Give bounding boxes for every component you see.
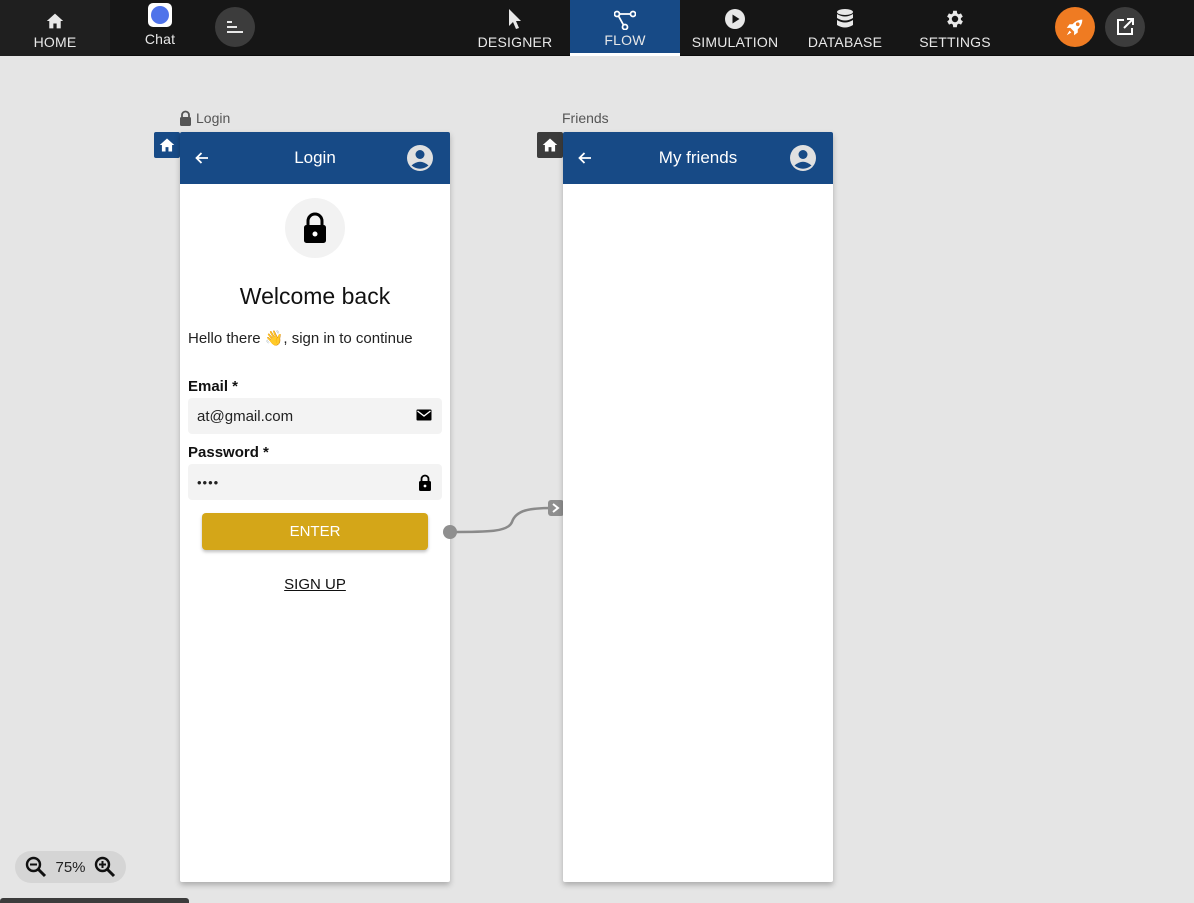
lock-avatar xyxy=(285,198,345,258)
nav-home[interactable]: HOME xyxy=(0,0,110,56)
lock-icon xyxy=(419,474,431,491)
back-arrow-icon[interactable] xyxy=(577,150,593,166)
email-label: Email * xyxy=(188,378,239,395)
cursor-pointer-icon xyxy=(507,0,523,30)
flow-icon xyxy=(614,0,636,30)
nav-chat[interactable]: Chat xyxy=(110,0,210,56)
login-screen-label[interactable]: Login xyxy=(179,110,230,126)
nav-simulation[interactable]: SIMULATION xyxy=(680,0,790,56)
friends-screen[interactable]: My friends xyxy=(563,132,833,882)
account-circle-icon[interactable] xyxy=(406,144,434,172)
login-app-bar: Login xyxy=(180,132,450,184)
gear-icon xyxy=(944,0,966,30)
zoom-out-button[interactable] xyxy=(25,856,47,878)
chat-icon xyxy=(148,3,172,27)
friends-app-bar: My friends xyxy=(563,132,833,184)
zoom-in-icon xyxy=(94,856,116,878)
sign-up-link[interactable]: SIGN UP xyxy=(180,576,450,593)
login-screen-label-text: Login xyxy=(196,110,231,126)
mail-icon xyxy=(416,409,432,421)
welcome-heading: Welcome back xyxy=(239,283,391,309)
password-label: Password * xyxy=(188,444,269,461)
nav-designer[interactable]: DESIGNER xyxy=(460,0,570,56)
email-field[interactable]: at@gmail.com xyxy=(188,398,442,434)
password-field-value: •••• xyxy=(197,474,220,490)
nav-flow-label: FLOW xyxy=(604,32,646,48)
nav-database[interactable]: DATABASE xyxy=(790,0,900,56)
rocket-icon xyxy=(1066,19,1083,36)
nav-flow[interactable]: FLOW xyxy=(570,0,680,56)
friends-screen-label-text: Friends xyxy=(562,110,609,126)
email-field-value: at@gmail.com xyxy=(197,407,294,425)
home-icon xyxy=(45,0,65,30)
set-start-screen-badge[interactable] xyxy=(537,132,563,158)
bottom-panel-handle[interactable] xyxy=(0,898,189,903)
connector-source-handle[interactable] xyxy=(443,525,457,539)
enter-button[interactable]: ENTER xyxy=(202,513,428,550)
flow-connector[interactable] xyxy=(440,496,570,546)
play-circle-icon xyxy=(724,0,746,30)
nav-home-label: HOME xyxy=(33,34,77,50)
lock-icon xyxy=(180,110,191,126)
outline-toggle-button[interactable] xyxy=(215,7,255,47)
zoom-in-button[interactable] xyxy=(94,856,116,878)
zoom-level: 75% xyxy=(55,858,86,876)
back-arrow-icon[interactable] xyxy=(194,150,210,166)
account-circle-icon[interactable] xyxy=(789,144,817,172)
launch-button[interactable] xyxy=(1055,7,1095,47)
lock-icon xyxy=(304,212,326,243)
database-icon xyxy=(836,0,854,30)
login-screen[interactable]: Login Welcome back Hello there 👋, sign i… xyxy=(180,132,450,882)
home-icon xyxy=(159,138,175,152)
open-external-button[interactable] xyxy=(1105,7,1145,47)
welcome-subtitle: Hello there 👋, sign in to continue xyxy=(188,330,413,347)
zoom-out-icon xyxy=(25,856,47,878)
friends-screen-label[interactable]: Friends xyxy=(562,110,609,126)
top-navigation-bar: HOME Chat DESIGNER FLOW SIMULATION DATAB… xyxy=(0,0,1194,56)
nav-settings-label: SETTINGS xyxy=(919,34,991,50)
nav-chat-label: Chat xyxy=(144,31,176,47)
home-icon xyxy=(542,138,558,152)
start-screen-badge[interactable] xyxy=(154,132,180,158)
nav-designer-label: DESIGNER xyxy=(477,34,553,50)
nav-simulation-label: SIMULATION xyxy=(691,34,779,50)
nav-settings[interactable]: SETTINGS xyxy=(900,0,1010,56)
nav-database-label: DATABASE xyxy=(807,34,883,50)
open-in-new-icon xyxy=(1117,18,1134,35)
outline-icon xyxy=(227,21,243,33)
zoom-control: 75% xyxy=(15,851,126,883)
password-field[interactable]: •••• xyxy=(188,464,442,500)
connector-target-arrow-icon[interactable] xyxy=(548,500,564,516)
